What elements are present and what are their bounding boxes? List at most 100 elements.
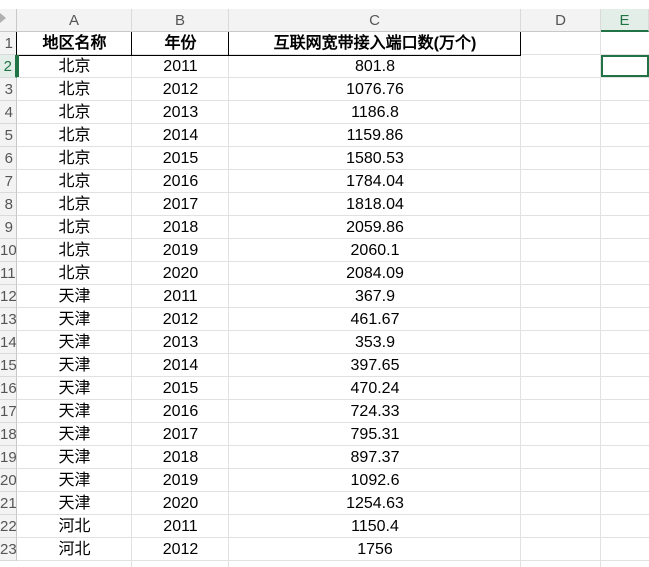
data-cell-region[interactable]: 天津: [17, 354, 132, 377]
data-cell-year[interactable]: 2020: [132, 492, 229, 515]
data-cell-value[interactable]: 1818.04: [229, 193, 521, 216]
row-header-18[interactable]: 18: [0, 423, 17, 446]
data-cell-year[interactable]: 2017: [132, 423, 229, 446]
row-header-11[interactable]: 11: [0, 262, 17, 285]
row-header-9[interactable]: 9: [0, 216, 17, 239]
data-cell-year[interactable]: 2019: [132, 239, 229, 262]
data-cell-region[interactable]: 北京: [17, 216, 132, 239]
data-cell-value[interactable]: 1159.86: [229, 124, 521, 147]
row-header-8[interactable]: 8: [0, 193, 17, 216]
data-cell-year[interactable]: 2017: [132, 193, 229, 216]
data-cell-region[interactable]: 河北: [17, 538, 132, 561]
data-cell-value[interactable]: 801.8: [229, 55, 521, 78]
data-cell-region[interactable]: 天津: [17, 285, 132, 308]
data-cell-year[interactable]: 2012: [132, 78, 229, 101]
data-cell-value[interactable]: 1092.6: [229, 469, 521, 492]
data-cell-year[interactable]: 2019: [132, 469, 229, 492]
column-header-a[interactable]: A: [17, 9, 132, 32]
row-header-17[interactable]: 17: [0, 400, 17, 423]
row-header-14[interactable]: 14: [0, 331, 17, 354]
row-header-23[interactable]: 23: [0, 538, 17, 561]
data-cell-region[interactable]: 天津: [17, 423, 132, 446]
data-cell-value[interactable]: 1254.63: [229, 492, 521, 515]
row-header-15[interactable]: 15: [0, 354, 17, 377]
data-cell-value[interactable]: 470.24: [229, 377, 521, 400]
column-header-d[interactable]: D: [521, 9, 601, 32]
data-cell-year[interactable]: 2018: [132, 216, 229, 239]
data-cell-year[interactable]: 2015: [132, 147, 229, 170]
data-cell-region[interactable]: 北京: [17, 124, 132, 147]
data-cell-value[interactable]: 367.9: [229, 285, 521, 308]
row-header-7[interactable]: 7: [0, 170, 17, 193]
data-cell-region[interactable]: 河北: [17, 515, 132, 538]
row-header-1[interactable]: 1: [0, 32, 17, 55]
data-cell-value[interactable]: 461.67: [229, 308, 521, 331]
data-cell-year[interactable]: 2013: [132, 101, 229, 124]
data-cell-year[interactable]: 2012: [132, 308, 229, 331]
data-cell-year[interactable]: 2015: [132, 377, 229, 400]
data-cell-region[interactable]: 天津: [17, 331, 132, 354]
data-cell-value[interactable]: 897.37: [229, 446, 521, 469]
row-header-4[interactable]: 4: [0, 101, 17, 124]
data-cell-value[interactable]: 1186.8: [229, 101, 521, 124]
data-cell-year[interactable]: 2020: [132, 262, 229, 285]
row-header-20[interactable]: 20: [0, 469, 17, 492]
data-cell-region[interactable]: 北京: [17, 239, 132, 262]
row-header-10[interactable]: 10: [0, 239, 17, 262]
row-number: 21: [0, 495, 17, 512]
data-cell-year[interactable]: 2011: [132, 55, 229, 78]
data-cell-value[interactable]: 397.65: [229, 354, 521, 377]
header-cell-region[interactable]: 地区名称: [17, 32, 132, 55]
row-header-3[interactable]: 3: [0, 78, 17, 101]
data-cell-year[interactable]: 2014: [132, 354, 229, 377]
data-cell-region[interactable]: 北京: [17, 147, 132, 170]
data-cell-region[interactable]: 北京: [17, 170, 132, 193]
data-cell-value[interactable]: 2060.1: [229, 239, 521, 262]
column-header-b[interactable]: B: [132, 9, 229, 32]
data-cell-region[interactable]: 北京: [17, 78, 132, 101]
data-cell-region[interactable]: 北京: [17, 55, 132, 78]
row-header-22[interactable]: 22: [0, 515, 17, 538]
row-header-13[interactable]: 13: [0, 308, 17, 331]
data-cell-year[interactable]: 2012: [132, 538, 229, 561]
data-cell-value[interactable]: 1150.4: [229, 515, 521, 538]
header-cell-value[interactable]: 互联网宽带接入端口数(万个): [229, 32, 521, 55]
data-cell-value[interactable]: 2059.86: [229, 216, 521, 239]
data-cell-year[interactable]: 2016: [132, 170, 229, 193]
column-header-e[interactable]: E: [601, 9, 649, 32]
data-cell-value[interactable]: 795.31: [229, 423, 521, 446]
data-cell-value[interactable]: 2084.09: [229, 262, 521, 285]
row-header-2[interactable]: 2: [0, 55, 17, 78]
data-cell-region[interactable]: 天津: [17, 469, 132, 492]
data-cell-region[interactable]: 天津: [17, 308, 132, 331]
row-header-19[interactable]: 19: [0, 446, 17, 469]
row-header-12[interactable]: 12: [0, 285, 17, 308]
data-cell-value[interactable]: 1784.04: [229, 170, 521, 193]
data-cell-value[interactable]: 353.9: [229, 331, 521, 354]
active-cell-cursor[interactable]: [601, 55, 649, 77]
row-header-5[interactable]: 5: [0, 124, 17, 147]
data-cell-year[interactable]: 2016: [132, 400, 229, 423]
data-cell-year[interactable]: 2011: [132, 515, 229, 538]
row-header-16[interactable]: 16: [0, 377, 17, 400]
data-cell-value[interactable]: 1580.53: [229, 147, 521, 170]
row-header-6[interactable]: 6: [0, 147, 17, 170]
data-cell-value[interactable]: 1076.76: [229, 78, 521, 101]
data-cell-region[interactable]: 北京: [17, 193, 132, 216]
data-cell-year[interactable]: 2013: [132, 331, 229, 354]
data-cell-year[interactable]: 2011: [132, 285, 229, 308]
data-cell-region[interactable]: 北京: [17, 262, 132, 285]
data-cell-year[interactable]: 2014: [132, 124, 229, 147]
row-header-21[interactable]: 21: [0, 492, 17, 515]
data-cell-region[interactable]: 北京: [17, 101, 132, 124]
header-cell-year[interactable]: 年份: [132, 32, 229, 55]
data-cell-value[interactable]: 724.33: [229, 400, 521, 423]
data-cell-region[interactable]: 天津: [17, 446, 132, 469]
data-cell-value[interactable]: 1756: [229, 538, 521, 561]
spreadsheet-grid[interactable]: ABCDE 1 2 3 4 5 6 7 8 9 10 11 12 13 14 15 16 17 18 19 20 21 2…: [0, 0, 649, 567]
column-header-c[interactable]: C: [229, 9, 521, 32]
data-cell-region[interactable]: 天津: [17, 377, 132, 400]
data-cell-region[interactable]: 天津: [17, 400, 132, 423]
data-cell-year[interactable]: 2018: [132, 446, 229, 469]
data-cell-region[interactable]: 天津: [17, 492, 132, 515]
